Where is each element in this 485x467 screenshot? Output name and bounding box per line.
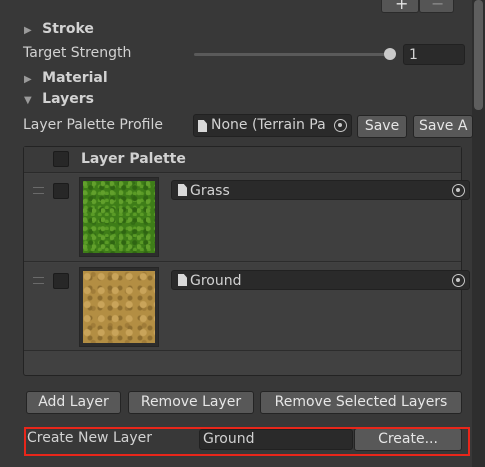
object-picker-icon[interactable] (452, 184, 465, 197)
material-foldout[interactable]: ▶ Material (24, 70, 108, 86)
layer-asset-field[interactable]: Ground (171, 270, 470, 290)
remove-layer-button[interactable]: Remove Layer (128, 391, 254, 414)
target-strength-label: Target Strength (23, 45, 132, 61)
foldout-triangle-icon: ▶ (24, 25, 32, 36)
document-icon (178, 274, 187, 286)
ground-texture-thumbnail (83, 271, 155, 343)
palette-profile-value: None (Terrain Pa (211, 117, 326, 133)
material-label: Material (42, 70, 108, 86)
minus-icon: − (431, 0, 445, 13)
target-strength-input[interactable]: 1 (403, 44, 465, 65)
object-picker-icon[interactable] (452, 274, 465, 287)
remove-brush-button[interactable]: − (419, 0, 454, 13)
layer-name: Ground (190, 273, 242, 289)
texture-thumbnail-frame (79, 177, 159, 257)
layer-name: Grass (190, 183, 230, 199)
add-layer-button[interactable]: Add Layer (26, 391, 121, 414)
stroke-foldout[interactable]: ▶ Stroke (24, 21, 94, 37)
palette-profile-field[interactable]: None (Terrain Pa (193, 114, 352, 137)
drag-handle-icon[interactable] (33, 277, 44, 284)
layers-label: Layers (42, 91, 94, 107)
layer-checkbox[interactable] (53, 183, 69, 199)
foldout-triangle-down-icon: ▼ (24, 95, 32, 106)
add-brush-button[interactable]: + (381, 0, 419, 13)
document-icon (198, 120, 207, 132)
foldout-triangle-icon: ▶ (24, 74, 32, 85)
drag-handle-icon[interactable] (33, 187, 44, 194)
layers-foldout[interactable]: ▼ Layers (24, 91, 94, 107)
layer-palette-title: Layer Palette (81, 151, 186, 167)
save-button[interactable]: Save (357, 115, 407, 138)
scrollbar-thumb[interactable] (474, 0, 483, 110)
document-icon (178, 184, 187, 196)
texture-thumbnail-frame (79, 267, 159, 347)
slider-knob[interactable] (384, 48, 396, 60)
layer-checkbox[interactable] (53, 273, 69, 289)
grass-texture-thumbnail (83, 181, 155, 253)
palette-profile-label: Layer Palette Profile (23, 117, 163, 133)
highlight-box (24, 427, 470, 456)
stroke-label: Stroke (42, 21, 94, 37)
plus-icon: + (395, 0, 409, 13)
target-strength-slider[interactable] (194, 53, 390, 56)
remove-selected-layers-button[interactable]: Remove Selected Layers (260, 391, 462, 414)
save-as-button[interactable]: Save A (413, 115, 473, 138)
select-all-checkbox[interactable] (53, 151, 69, 167)
layer-asset-field[interactable]: Grass (171, 180, 470, 200)
object-picker-icon[interactable] (334, 119, 347, 132)
